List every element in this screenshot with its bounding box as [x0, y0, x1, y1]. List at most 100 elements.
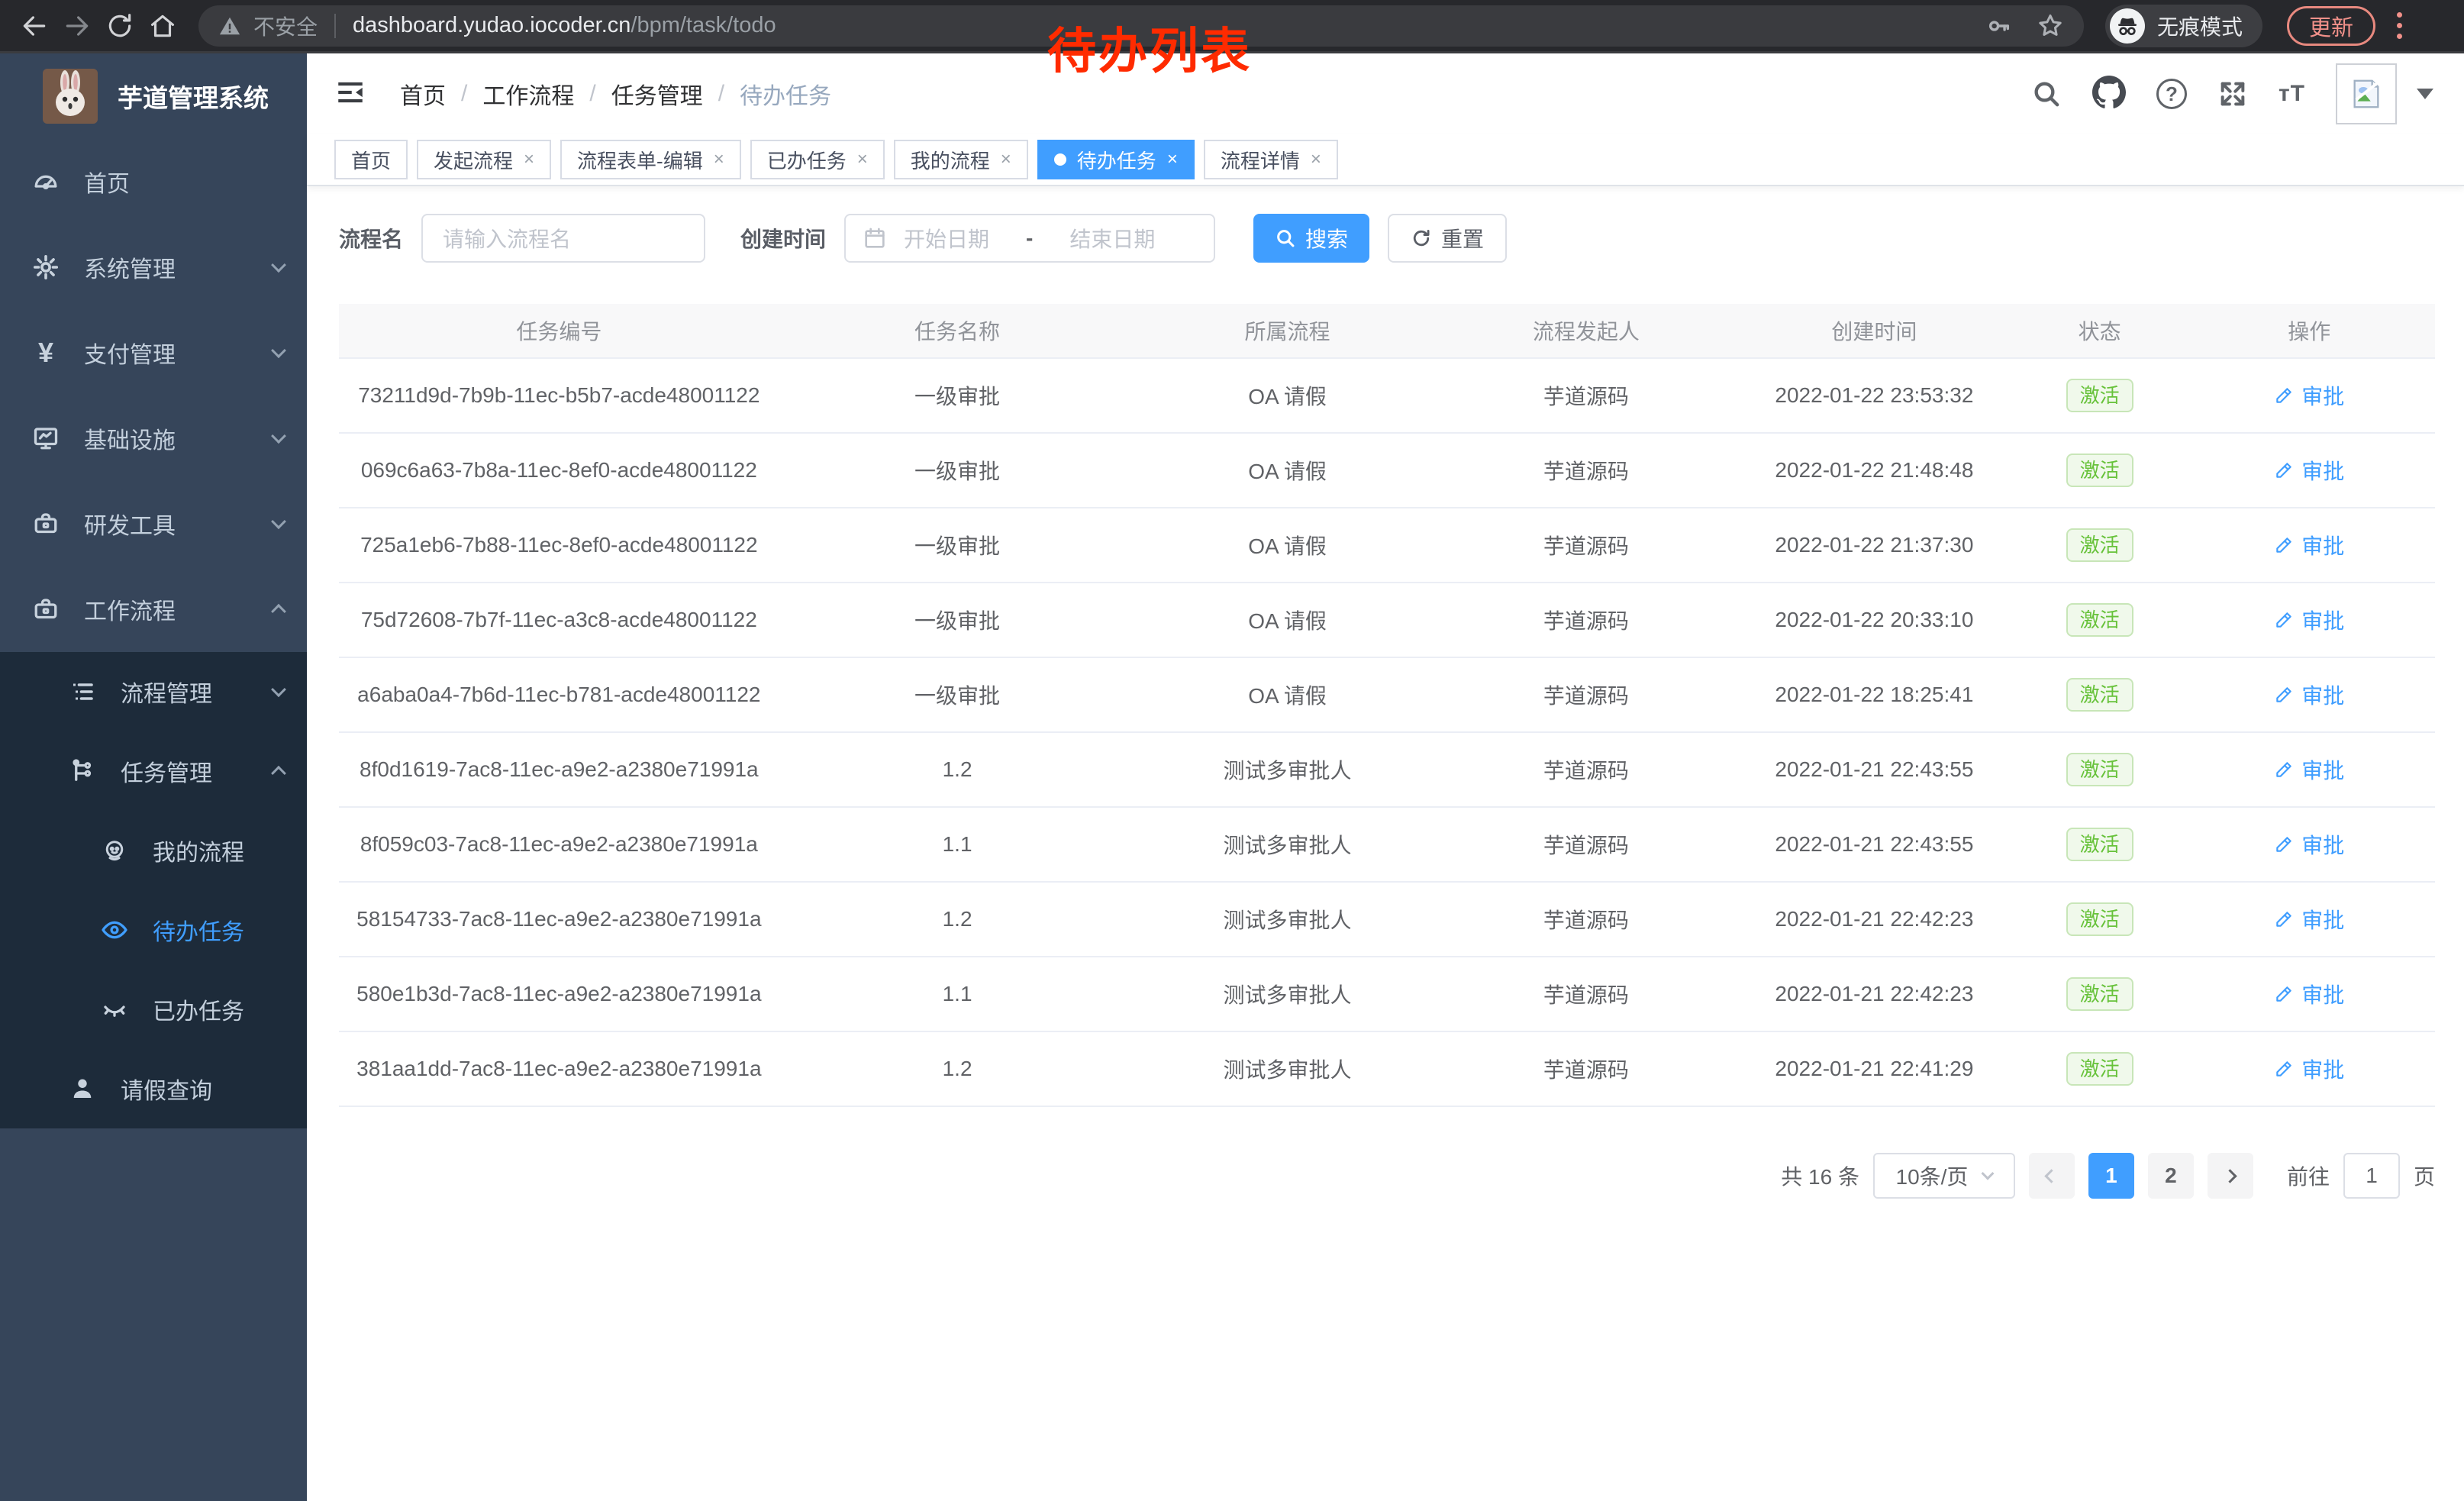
- edit-icon: [2274, 610, 2294, 630]
- approve-link[interactable]: 审批: [2274, 605, 2344, 635]
- page-2-button[interactable]: 2: [2148, 1153, 2194, 1199]
- avatar-caret-icon[interactable]: [2417, 89, 2433, 99]
- sidebar-item-workflow[interactable]: 工作流程: [0, 567, 307, 652]
- create-time-label: 创建时间: [740, 223, 826, 253]
- page-1-button[interactable]: 1: [2088, 1153, 2134, 1199]
- home-icon[interactable]: [145, 8, 180, 44]
- col-status: 状态: [2016, 315, 2184, 346]
- divider: [334, 14, 336, 38]
- tab-process-detail[interactable]: 流程详情×: [1204, 140, 1338, 179]
- key-icon[interactable]: [1986, 13, 2012, 39]
- approve-link[interactable]: 审批: [2274, 380, 2344, 411]
- sidebar-item-task-mgmt[interactable]: 任务管理: [0, 731, 307, 811]
- col-task-name: 任务名称: [779, 315, 1136, 346]
- tab-form-edit[interactable]: 流程表单-编辑×: [560, 140, 741, 179]
- close-icon[interactable]: ×: [714, 150, 724, 169]
- incognito-icon: [2110, 8, 2145, 44]
- close-icon[interactable]: ×: [1311, 150, 1321, 169]
- page-size-select[interactable]: 10条/页: [1873, 1153, 2015, 1199]
- edit-icon: [2274, 760, 2294, 780]
- prev-page-button[interactable]: [2029, 1153, 2075, 1199]
- reset-button[interactable]: 重置: [1388, 214, 1507, 263]
- approve-link[interactable]: 审批: [2274, 455, 2344, 486]
- tab-done-tasks[interactable]: 已办任务×: [750, 140, 885, 179]
- goto-label: 前往: [2287, 1160, 2330, 1191]
- status-badge: 激活: [2066, 454, 2133, 487]
- close-icon[interactable]: ×: [1167, 150, 1178, 169]
- tags-view: 首页 发起流程× 流程表单-编辑× 已办任务× 我的流程× 待办任务× 流程详情…: [307, 134, 2464, 186]
- edit-icon: [2274, 909, 2294, 929]
- monitor-icon: [31, 424, 61, 452]
- search-button[interactable]: 搜索: [1253, 214, 1369, 263]
- update-button[interactable]: 更新: [2287, 6, 2375, 46]
- sidebar-item-payment[interactable]: ¥ 支付管理: [0, 310, 307, 395]
- help-icon[interactable]: ?: [2156, 79, 2187, 109]
- incognito-label: 无痕模式: [2157, 11, 2243, 41]
- breadcrumb-home[interactable]: 首页: [400, 77, 446, 111]
- refresh-icon: [1411, 228, 1432, 249]
- approve-link[interactable]: 审批: [2274, 754, 2344, 785]
- sidebar-item-devtools[interactable]: 研发工具: [0, 481, 307, 567]
- fullscreen-icon[interactable]: [2217, 79, 2248, 109]
- status-badge: 激活: [2066, 379, 2133, 412]
- sidebar-item-label: 任务管理: [121, 754, 212, 788]
- sidebar-item-label: 流程管理: [121, 675, 212, 709]
- breadcrumb-workflow[interactable]: 工作流程: [482, 77, 574, 111]
- sidebar-item-home[interactable]: 首页: [0, 139, 307, 224]
- close-icon[interactable]: ×: [1001, 150, 1011, 169]
- edit-icon: [2274, 386, 2294, 405]
- chevron-down-icon: [271, 514, 286, 529]
- app-logo[interactable]: 芋道管理系统: [0, 53, 307, 139]
- active-dot: [1054, 153, 1066, 166]
- font-size-icon[interactable]: тT: [2279, 81, 2305, 107]
- github-icon[interactable]: [2092, 76, 2126, 113]
- col-actions: 操作: [2183, 315, 2435, 346]
- broken-image-icon: [2349, 76, 2384, 111]
- sidebar-item-label: 待办任务: [153, 913, 244, 947]
- col-task-id: 任务编号: [339, 315, 779, 346]
- sidebar-item-process-mgmt[interactable]: 流程管理: [0, 652, 307, 731]
- sidebar-item-infra[interactable]: 基础设施: [0, 395, 307, 481]
- sidebar-collapse-icon[interactable]: [334, 76, 366, 112]
- sidebar-item-done-tasks[interactable]: 已办任务: [0, 970, 307, 1049]
- breadcrumb-current: 待办任务: [740, 77, 831, 111]
- edit-icon: [2274, 984, 2294, 1004]
- forward-icon[interactable]: [60, 8, 95, 44]
- logo-rabbit-image: [43, 69, 98, 124]
- sidebar-item-leave-query[interactable]: 请假查询: [0, 1049, 307, 1128]
- sidebar-item-label: 首页: [84, 165, 130, 199]
- edit-icon: [2274, 685, 2294, 705]
- close-icon[interactable]: ×: [857, 150, 868, 169]
- tab-my-process[interactable]: 我的流程×: [894, 140, 1028, 179]
- reload-icon[interactable]: [102, 8, 137, 44]
- approve-link[interactable]: 审批: [2274, 530, 2344, 560]
- approve-link[interactable]: 审批: [2274, 829, 2344, 860]
- next-page-button[interactable]: [2208, 1153, 2253, 1199]
- close-icon[interactable]: ×: [524, 150, 534, 169]
- browser-menu-icon[interactable]: [2397, 12, 2402, 39]
- sidebar-item-todo-tasks[interactable]: 待办任务: [0, 890, 307, 970]
- bookmark-star-icon[interactable]: [2037, 12, 2064, 40]
- process-name-input[interactable]: 请输入流程名: [421, 214, 705, 263]
- approve-link[interactable]: 审批: [2274, 1054, 2344, 1084]
- breadcrumb: 首页 / 工作流程 / 任务管理 / 待办任务: [400, 77, 831, 111]
- approve-link[interactable]: 审批: [2274, 979, 2344, 1009]
- tab-home[interactable]: 首页: [334, 140, 408, 179]
- edit-icon: [2274, 834, 2294, 854]
- annotation-overlay: 待办列表: [1047, 12, 1252, 82]
- approve-link[interactable]: 审批: [2274, 904, 2344, 934]
- sidebar-item-my-process[interactable]: 我的流程: [0, 811, 307, 890]
- avatar[interactable]: [2336, 63, 2397, 124]
- date-range-picker[interactable]: 开始日期 - 结束日期: [844, 214, 1215, 263]
- search-icon[interactable]: [2031, 79, 2062, 109]
- page-unit-label: 页: [2414, 1160, 2435, 1191]
- goto-page-input[interactable]: 1: [2343, 1153, 2400, 1199]
- back-icon[interactable]: [17, 8, 52, 44]
- tab-start-process[interactable]: 发起流程×: [417, 140, 551, 179]
- tab-todo-tasks[interactable]: 待办任务×: [1037, 140, 1195, 179]
- breadcrumb-task-mgmt[interactable]: 任务管理: [611, 77, 703, 111]
- total-count: 共 16 条: [1781, 1160, 1859, 1191]
- sidebar-item-system[interactable]: 系统管理: [0, 224, 307, 310]
- approve-link[interactable]: 审批: [2274, 679, 2344, 710]
- chevron-down-icon: [271, 682, 286, 697]
